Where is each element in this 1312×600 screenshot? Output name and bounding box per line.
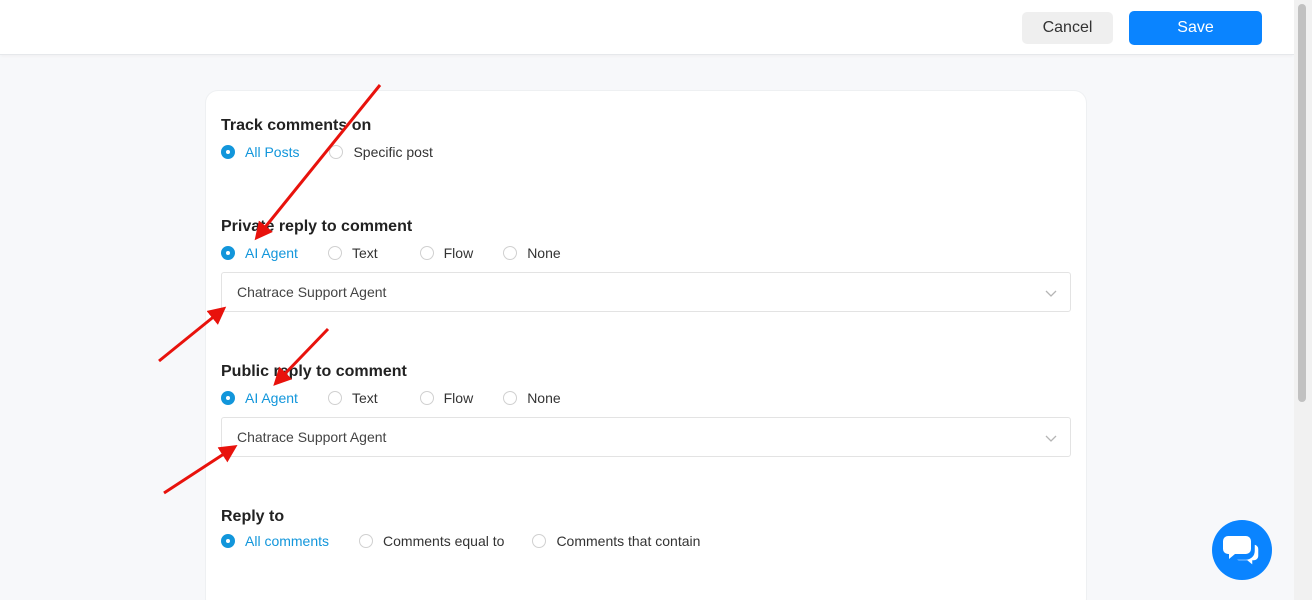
radio-button[interactable] xyxy=(327,246,342,260)
radio-all-comments[interactable]: All comments xyxy=(221,533,329,549)
track-comments-options: All Posts Specific post xyxy=(221,142,461,162)
radio-button[interactable] xyxy=(221,246,235,260)
chevron-down-icon xyxy=(1045,435,1057,442)
radio-public-none[interactable]: None xyxy=(503,390,561,406)
public-reply-agent-select[interactable]: Chatrace Support Agent xyxy=(221,417,1071,457)
select-value: Chatrace Support Agent xyxy=(237,284,387,300)
chat-bubbles-icon xyxy=(1223,536,1260,568)
chevron-down-icon xyxy=(1045,290,1057,297)
scrollbar-thumb[interactable] xyxy=(1298,4,1306,402)
public-reply-options: AI Agent Text Flow None xyxy=(221,388,589,408)
private-reply-agent-select[interactable]: Chatrace Support Agent xyxy=(221,272,1071,312)
radio-public-text[interactable]: Text xyxy=(327,390,378,406)
radio-label: Flow xyxy=(443,390,474,406)
radio-button[interactable] xyxy=(503,391,518,405)
radio-button[interactable] xyxy=(327,391,342,405)
save-button[interactable]: Save xyxy=(1129,11,1262,45)
radio-button[interactable] xyxy=(419,246,434,260)
radio-button[interactable] xyxy=(503,246,518,260)
reply-to-title: Reply to xyxy=(221,508,285,525)
radio-button[interactable] xyxy=(329,145,344,159)
radio-label: AI Agent xyxy=(245,390,298,406)
radio-label: Comments equal to xyxy=(383,533,505,549)
radio-label: Text xyxy=(351,245,378,261)
comment-settings-card: Track comments on All Posts Specific pos… xyxy=(206,91,1086,600)
radio-comments-that-contain[interactable]: Comments that contain xyxy=(532,533,700,549)
radio-comments-equal-to[interactable]: Comments equal to xyxy=(359,533,504,549)
radio-specific-post[interactable]: Specific post xyxy=(329,144,433,160)
radio-public-ai-agent[interactable]: AI Agent xyxy=(221,390,298,406)
track-comments-title: Track comments on xyxy=(221,117,372,134)
radio-public-flow[interactable]: Flow xyxy=(419,390,474,406)
radio-label: None xyxy=(527,390,561,406)
radio-label: AI Agent xyxy=(245,245,298,261)
radio-button[interactable] xyxy=(359,534,374,548)
public-reply-title: Public reply to comment xyxy=(221,363,407,380)
reply-to-options: All comments Comments equal to Comments … xyxy=(221,531,728,551)
radio-button[interactable] xyxy=(532,534,547,548)
radio-label: All Posts xyxy=(245,144,300,160)
radio-button[interactable] xyxy=(221,534,235,548)
radio-private-text[interactable]: Text xyxy=(327,245,378,261)
radio-private-none[interactable]: None xyxy=(503,245,561,261)
radio-label: Comments that contain xyxy=(556,533,701,549)
radio-private-flow[interactable]: Flow xyxy=(419,245,474,261)
radio-label: Specific post xyxy=(353,144,433,160)
private-reply-title: Private reply to comment xyxy=(221,218,413,235)
select-value: Chatrace Support Agent xyxy=(237,429,387,445)
radio-label: Text xyxy=(351,390,378,406)
top-bar: Cancel Save xyxy=(0,0,1294,55)
radio-all-posts[interactable]: All Posts xyxy=(221,144,299,160)
radio-button[interactable] xyxy=(221,145,235,159)
radio-private-ai-agent[interactable]: AI Agent xyxy=(221,245,298,261)
radio-label: None xyxy=(527,245,561,261)
radio-label: All comments xyxy=(245,533,330,549)
cancel-button[interactable]: Cancel xyxy=(1022,12,1113,44)
private-reply-options: AI Agent Text Flow None xyxy=(221,243,589,263)
radio-button[interactable] xyxy=(221,391,235,405)
radio-button[interactable] xyxy=(419,391,434,405)
radio-label: Flow xyxy=(443,245,474,261)
chat-widget-button[interactable] xyxy=(1212,520,1272,580)
